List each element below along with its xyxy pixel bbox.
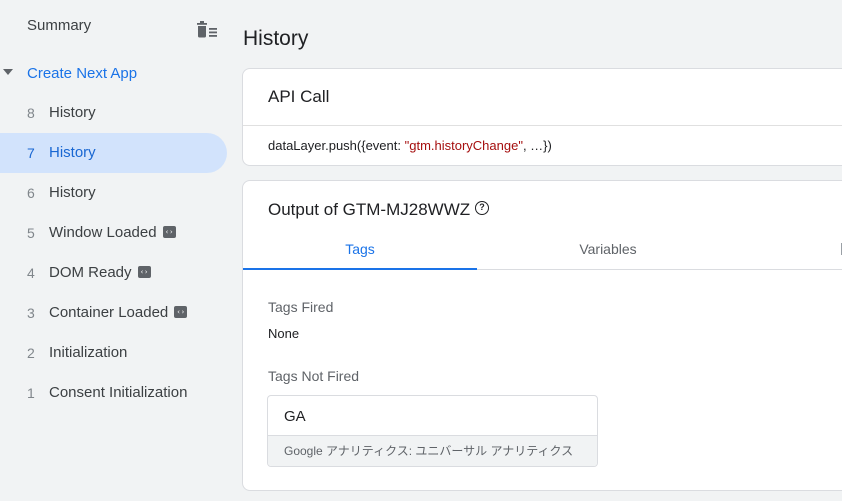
tab-tags[interactable]: Tags [243, 229, 477, 270]
event-name-wrap: Window Loaded ‹› [49, 224, 176, 241]
event-name-wrap: History [49, 184, 96, 201]
event-name: Container Loaded [49, 304, 169, 321]
event-name: DOM Ready [49, 264, 132, 281]
code-prefix: dataLayer.push({event: [268, 138, 405, 153]
event-name-wrap: History [49, 144, 96, 161]
tags-fired-value: None [268, 326, 300, 341]
event-name: History [49, 144, 96, 161]
output-tabs: Tags Variables [243, 229, 842, 270]
event-name: Window Loaded [49, 224, 157, 241]
event-item[interactable]: 1 Consent Initialization [0, 373, 227, 413]
event-list: 8 History 7 History 6 History 5 Window Loaded ‹›… [0, 93, 235, 413]
page-title: History [243, 27, 309, 50]
tag-assistant-app: Summary Create Next App 8 History 7 History… [0, 0, 842, 501]
event-name-wrap: Container Loaded ‹› [49, 304, 188, 321]
event-item[interactable]: 5 Window Loaded ‹› [0, 213, 227, 253]
main-panel: History API Call dataLayer.push({event: … [242, 0, 842, 501]
event-number: 3 [27, 305, 35, 321]
tag-card-ga[interactable]: GA Google アナリティクス: ユニバーサル アナリティクス [267, 395, 598, 467]
divider [243, 125, 842, 126]
code-icon: ‹› [137, 266, 151, 279]
code-icon: ‹› [174, 306, 188, 319]
api-call-code: dataLayer.push({event: "gtm.historyChang… [268, 138, 552, 153]
event-number: 6 [27, 185, 35, 201]
container-item[interactable]: Create Next App [0, 56, 235, 90]
event-name: Consent Initialization [49, 384, 188, 401]
container-label: Create Next App [27, 65, 138, 82]
event-item[interactable]: 4 DOM Ready ‹› [0, 253, 227, 293]
output-card: Output of GTM-MJ28WWZ ? Tags Variables T… [242, 180, 842, 491]
delete-all-icon[interactable] [194, 19, 220, 41]
event-name: History [49, 104, 96, 121]
tag-type: Google アナリティクス: ユニバーサル アナリティクス [268, 435, 597, 466]
event-number: 8 [27, 105, 35, 121]
event-item[interactable]: 6 History [0, 173, 227, 213]
summary-item[interactable]: Summary [0, 5, 235, 45]
caret-down-icon[interactable] [3, 69, 13, 75]
code-suffix: , …}) [522, 138, 552, 153]
code-string: "gtm.historyChange" [404, 138, 523, 153]
tab-variables[interactable]: Variables [491, 229, 725, 270]
output-title: Output of GTM-MJ28WWZ [268, 200, 471, 219]
code-icon: ‹› [162, 226, 176, 239]
event-name-wrap: Consent Initialization [49, 384, 187, 401]
event-item[interactable]: 7 History [0, 133, 227, 173]
event-name-wrap: Initialization [49, 344, 127, 361]
event-number: 1 [27, 385, 35, 401]
event-item[interactable]: 8 History [0, 93, 227, 133]
event-name: Initialization [49, 344, 128, 361]
event-name-wrap: DOM Ready ‹› [49, 264, 151, 281]
event-item[interactable]: 2 Initialization [0, 333, 227, 373]
help-icon[interactable]: ? [475, 201, 489, 215]
event-number: 7 [27, 145, 35, 161]
event-number: 5 [27, 225, 35, 241]
sidebar: Summary Create Next App 8 History 7 History… [0, 0, 235, 501]
summary-label: Summary [27, 17, 92, 34]
event-name: History [49, 184, 96, 201]
event-number: 4 [27, 265, 35, 281]
tags-not-fired-label: Tags Not Fired [268, 368, 360, 384]
event-number: 2 [27, 345, 35, 361]
event-name-wrap: History [49, 104, 96, 121]
tag-name: GA [284, 408, 306, 425]
api-call-title: API Call [268, 87, 330, 106]
api-call-card: API Call dataLayer.push({event: "gtm.his… [242, 68, 842, 166]
event-item[interactable]: 3 Container Loaded ‹› [0, 293, 227, 333]
tags-fired-label: Tags Fired [268, 299, 334, 315]
